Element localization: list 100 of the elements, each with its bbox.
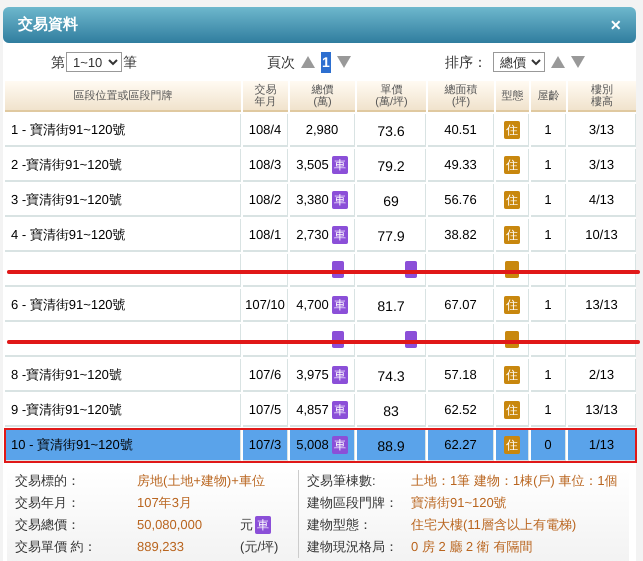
age-cell-text: 1 xyxy=(544,190,552,209)
sort-label: 排序： xyxy=(445,52,487,72)
detail-value: 土地：1筆 建物：1棟(戶) 車位：1個 xyxy=(411,472,618,490)
address-cell-text: 2 -寶清街91~120號 xyxy=(11,156,122,174)
unit-price-cell-text: 81.7 xyxy=(377,296,405,316)
age-cell-text: 0 xyxy=(544,436,552,454)
column-header: 屋齡 xyxy=(538,90,560,102)
detail-unit: 元 xyxy=(240,516,253,534)
unit-price-cell-text: 77.9 xyxy=(377,226,405,246)
detail-label: 建物型態： xyxy=(307,516,373,534)
parking-badge: 車 xyxy=(332,400,348,418)
column-header: 型態 xyxy=(502,90,524,102)
page-up-icon[interactable] xyxy=(301,56,315,68)
page-label: 頁次 xyxy=(267,52,295,72)
column-header: (萬/坪) xyxy=(375,96,408,108)
sort-ascending-icon[interactable] xyxy=(551,56,565,68)
column-header: (萬) xyxy=(313,96,332,108)
residential-badge: 住 xyxy=(504,190,520,208)
parking-badge: 車 xyxy=(332,296,348,314)
area-cell-text: 49.33 xyxy=(444,156,477,174)
detail-label: 交易年月： xyxy=(15,494,81,512)
total-price-cell-text: 3,975 xyxy=(296,366,329,384)
age-cell-text: 1 xyxy=(544,296,552,314)
area-cell-text: 62.52 xyxy=(444,400,477,419)
residential-badge: 住 xyxy=(504,296,520,314)
date-cell-text: 108/2 xyxy=(248,190,282,209)
detail-label: 交易標的： xyxy=(15,472,81,490)
sort-descending-icon[interactable] xyxy=(571,56,585,68)
unit-price-cell-text: 83 xyxy=(383,402,399,420)
detail-label: 交易筆棟數: xyxy=(307,472,377,490)
page-number[interactable]: 1 xyxy=(321,52,331,72)
floor-cell-text: 3/13 xyxy=(588,120,614,139)
detail-label: 交易單價 約： xyxy=(15,538,98,556)
date-cell-text: 108/1 xyxy=(248,226,282,244)
range-suffix: 筆 xyxy=(123,52,137,72)
selected-row-highlight[interactable]: 10 - 寶清街91~120號 107/3 5,008 車 88.9 62.27 住 0 1/13 xyxy=(5,429,636,462)
floor-cell-text: 10/13 xyxy=(585,226,618,244)
total-price-cell-text: 2,730 xyxy=(296,226,329,244)
sort-select[interactable]: 總價 xyxy=(493,52,545,72)
unit-price-cell-text: 73.6 xyxy=(377,122,405,140)
area-cell-text: 67.07 xyxy=(444,296,477,314)
date-cell-text: 107/5 xyxy=(248,400,282,419)
column-header: 年月 xyxy=(254,96,276,108)
residential-badge: 住 xyxy=(504,156,520,174)
detail-value: 房地(土地+建物)+車位 xyxy=(137,472,265,490)
total-price-cell-text: 5,008 xyxy=(296,436,329,454)
area-cell-text: 57.18 xyxy=(444,366,477,384)
address-cell-text: 4 - 寶清街91~120號 xyxy=(11,226,126,244)
area-cell-text: 62.27 xyxy=(444,436,477,454)
parking-badge: 車 xyxy=(332,366,348,384)
address-cell-text: 1 - 寶清街91~120號 xyxy=(11,120,126,139)
total-price-cell-text: 3,380 xyxy=(296,190,329,209)
parking-badge: 車 xyxy=(332,156,348,174)
residential-badge: 住 xyxy=(504,400,520,418)
age-cell-text: 1 xyxy=(544,120,552,139)
residential-badge: 住 xyxy=(504,120,520,138)
detail-value: 107年3月 xyxy=(137,494,193,512)
area-cell-text: 56.76 xyxy=(444,190,477,209)
detail-unit: (元/坪) xyxy=(240,538,278,556)
detail-label: 建物現況格局： xyxy=(307,538,399,556)
date-cell-text: 108/3 xyxy=(248,156,282,174)
parking-badge: 車 xyxy=(332,436,348,454)
date-cell-text: 107/3 xyxy=(248,436,282,454)
column-header: 總價 xyxy=(312,84,334,96)
detail-value: 寶清街91~120號 xyxy=(411,494,507,512)
floor-cell-text: 2/13 xyxy=(588,366,614,384)
column-header: 區段位置或區段門牌 xyxy=(74,90,172,102)
address-cell-text: 8 -寶清街91~120號 xyxy=(11,366,122,384)
total-price-cell-text: 4,857 xyxy=(296,400,329,419)
total-price-cell-text: 4,700 xyxy=(296,296,329,314)
column-header: 樓高 xyxy=(591,96,613,108)
unit-price-cell-text: 79.2 xyxy=(377,156,405,176)
column-header: (坪) xyxy=(452,96,470,108)
address-cell-text: 10 - 寶清街91~120號 xyxy=(11,436,133,454)
age-cell-text: 1 xyxy=(544,400,552,419)
residential-badge: 住 xyxy=(504,436,520,454)
date-cell-text: 107/6 xyxy=(248,366,282,384)
range-select[interactable]: 1~10 xyxy=(66,52,122,72)
column-header: 交易 xyxy=(254,84,276,96)
parking-badge: 車 xyxy=(332,190,348,208)
parking-badge: 車 xyxy=(255,516,271,534)
age-cell-text: 1 xyxy=(544,366,552,384)
residential-badge: 住 xyxy=(504,366,520,384)
page-down-icon[interactable] xyxy=(336,56,351,68)
detail-value: 住宅大樓(11層含以上有電梯) xyxy=(411,516,576,534)
floor-cell-text: 4/13 xyxy=(588,190,614,209)
residential-badge: 住 xyxy=(504,226,520,244)
parking-badge: 車 xyxy=(332,226,348,244)
detail-value: 0 房 2 廳 2 衛 有隔間 xyxy=(411,538,532,556)
date-cell-text: 107/10 xyxy=(245,296,285,314)
column-header: 單價 xyxy=(380,84,402,96)
address-cell-text: 6 - 寶清街91~120號 xyxy=(11,296,126,314)
detail-value: 50,080,000 xyxy=(137,516,204,534)
unit-price-cell-text: 88.9 xyxy=(377,436,405,456)
age-cell-text: 1 xyxy=(544,226,552,244)
detail-label: 交易總價： xyxy=(15,516,81,534)
date-cell-text: 108/4 xyxy=(248,120,282,139)
detail-label: 建物區段門牌： xyxy=(307,494,399,512)
address-cell-text: 3 -寶清街91~120號 xyxy=(11,190,122,209)
floor-cell-text: 13/13 xyxy=(585,296,618,314)
